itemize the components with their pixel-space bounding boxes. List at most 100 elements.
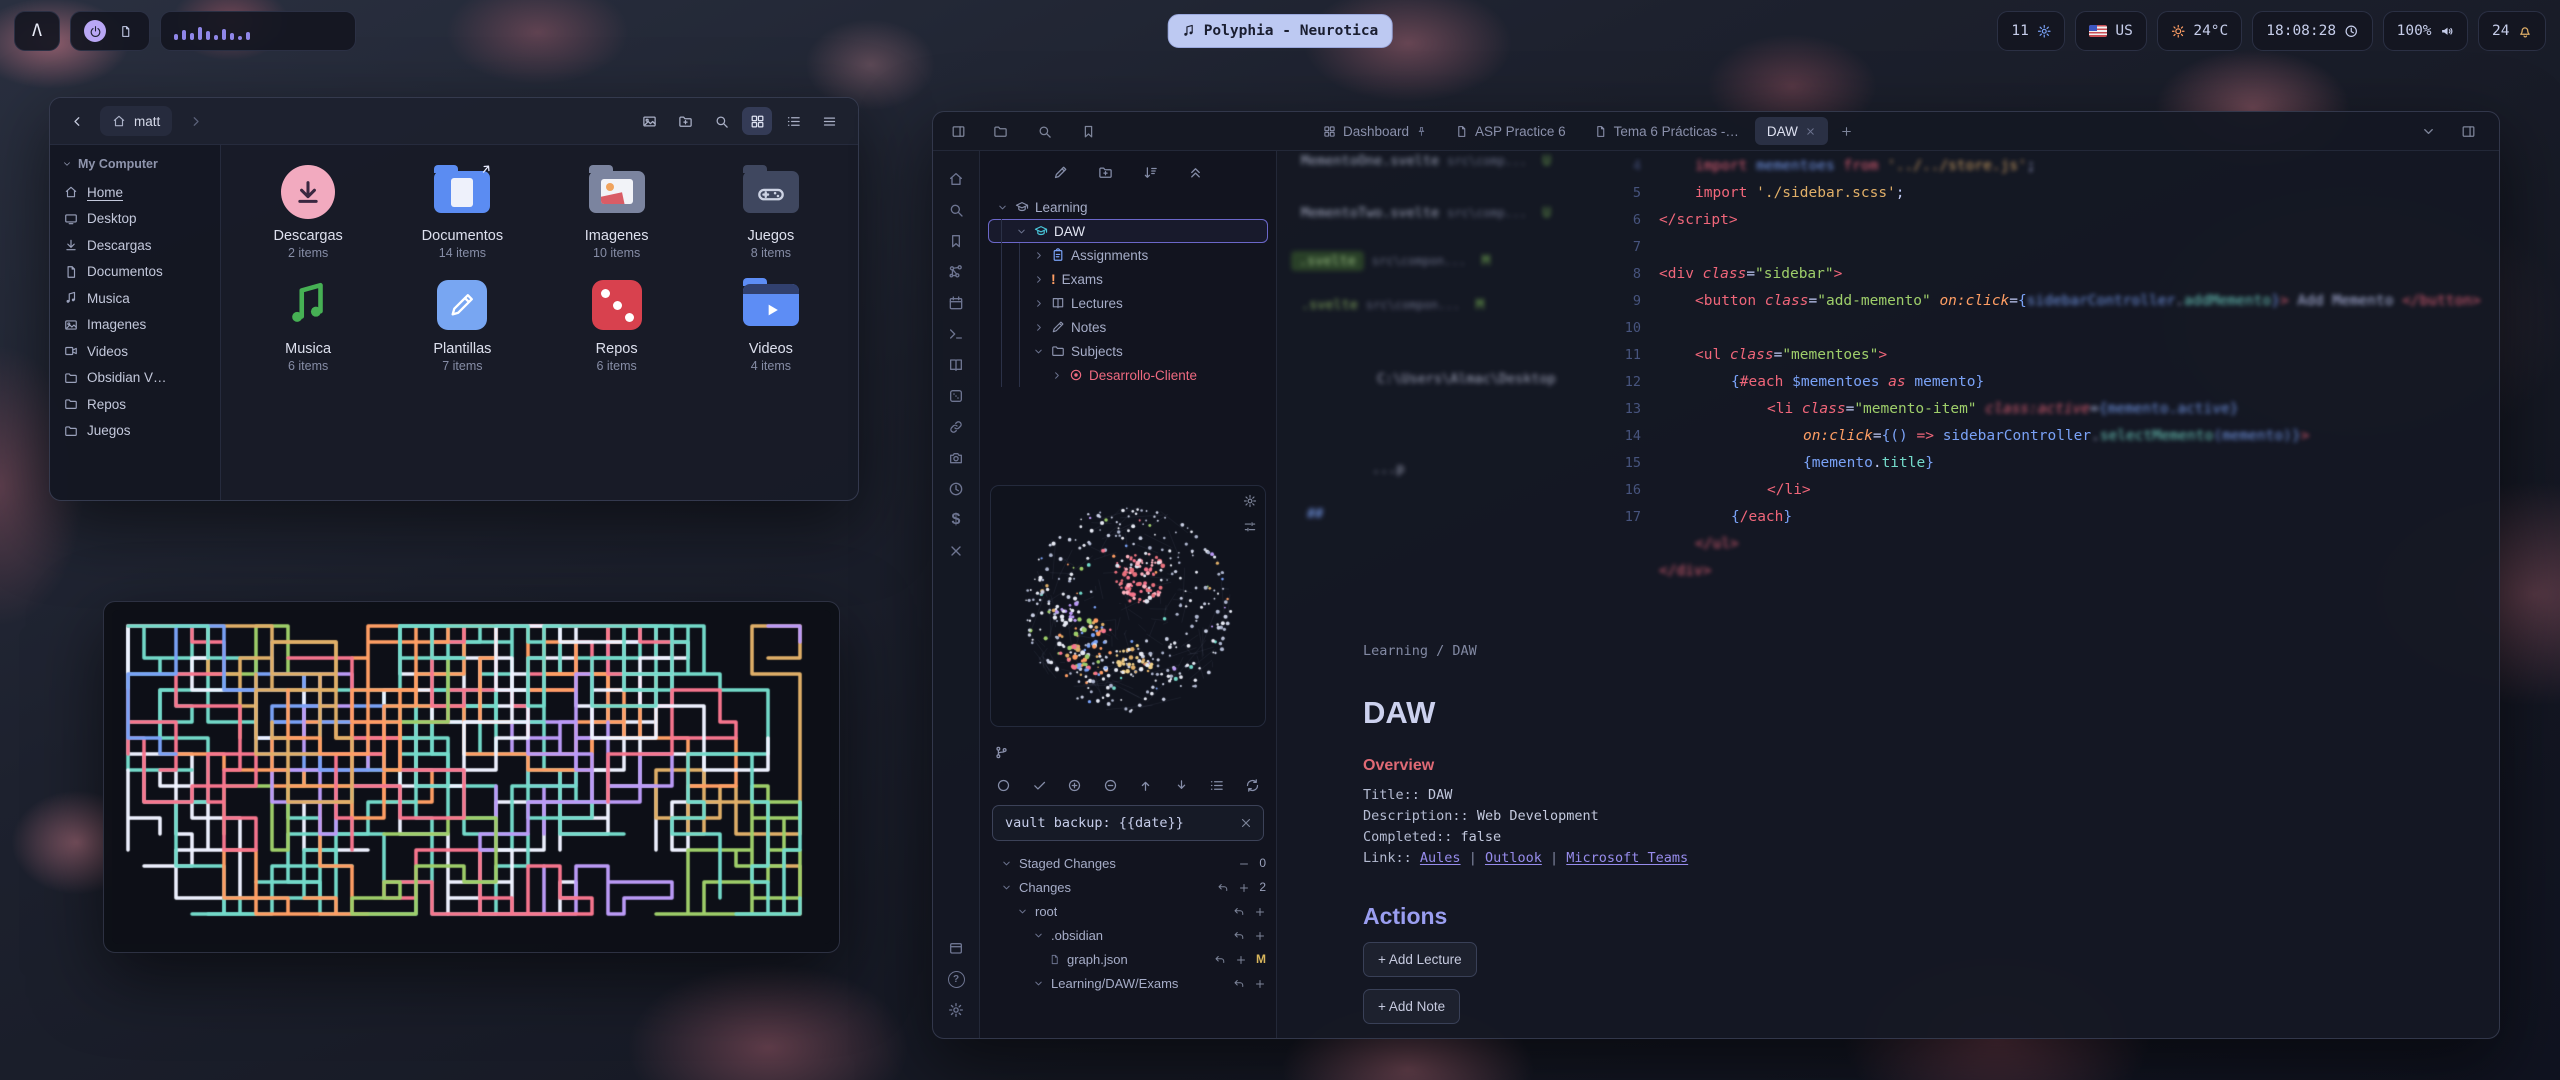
ribbon-book-button[interactable]	[942, 351, 970, 379]
sidebar-section-header[interactable]: My Computer	[50, 153, 220, 179]
folder-musica[interactable]: Musica6 items	[231, 276, 385, 373]
new-note-button[interactable]	[1053, 164, 1068, 181]
folder-repos[interactable]: Repos6 items	[540, 276, 694, 373]
tree-item-exams[interactable]: !Exams	[988, 267, 1268, 291]
graph-canvas[interactable]	[991, 486, 1265, 724]
sidebar-item-repos[interactable]: Repos	[50, 391, 220, 418]
weather-module[interactable]: 24°C	[2157, 11, 2242, 51]
git-row-graph-json[interactable]: graph.jsonM	[990, 947, 1266, 971]
git-action-plus[interactable]	[1238, 880, 1250, 894]
sidebar-item-descargas[interactable]: Descargas	[50, 232, 220, 259]
back-button[interactable]	[64, 108, 90, 134]
ribbon-calendar-button[interactable]	[942, 289, 970, 317]
git-refresh-button[interactable]	[1245, 777, 1260, 794]
git-action-undo[interactable]	[1233, 928, 1245, 942]
ribbon-clock-button[interactable]	[942, 475, 970, 503]
ribbon-dollar-button[interactable]: $	[942, 506, 970, 534]
notifications-module[interactable]: 24	[2478, 11, 2546, 51]
git-row-learning-daw-exams[interactable]: Learning/DAW/Exams	[990, 971, 1266, 995]
tree-item-learning[interactable]: Learning	[988, 195, 1268, 219]
ribbon-dice-button[interactable]	[942, 382, 970, 410]
commit-message-input[interactable]	[1003, 814, 1231, 832]
git-commit-button[interactable]	[996, 777, 1011, 794]
folder-documentos[interactable]: Documentos14 items	[385, 163, 539, 260]
folder-juegos[interactable]: Juegos8 items	[694, 163, 848, 260]
notepad-button[interactable]	[114, 20, 136, 42]
sidebar-tab-search[interactable]	[1031, 118, 1057, 144]
updates-module[interactable]: 11	[1997, 11, 2065, 51]
tree-item-daw[interactable]: DAW	[988, 219, 1268, 243]
ribbon-x-button[interactable]	[942, 537, 970, 565]
git-action-undo[interactable]	[1214, 952, 1226, 966]
git-action-plus[interactable]	[1254, 976, 1266, 990]
git-change-layout-button[interactable]	[1209, 777, 1224, 794]
tab-tema-6-pr-cticas[interactable]: Tema 6 Prácticas -…	[1582, 117, 1751, 145]
launcher-button[interactable]: Λ	[14, 11, 60, 51]
link-aules[interactable]: Aules	[1420, 850, 1461, 866]
git-action-undo[interactable]	[1233, 976, 1245, 990]
graph-view-panel[interactable]	[990, 485, 1266, 727]
clock-module[interactable]: 18:08:28	[2252, 11, 2372, 51]
ribbon-graph-button[interactable]	[942, 258, 970, 286]
git-action-plus[interactable]	[1235, 952, 1247, 966]
tree-item-subjects[interactable]: Subjects	[988, 339, 1268, 363]
action-add-note[interactable]: + Add Note	[1363, 989, 1460, 1024]
git-action-minus[interactable]	[1238, 856, 1250, 870]
sidebar-item-videos[interactable]: Videos	[50, 338, 220, 365]
git-row-changes[interactable]: Changes2	[990, 875, 1266, 899]
git-row-root[interactable]: root	[990, 899, 1266, 923]
gear-icon[interactable]	[1243, 494, 1257, 508]
tab-daw[interactable]: DAW	[1755, 117, 1828, 145]
git-action-undo[interactable]	[1233, 904, 1245, 918]
sidebar-toggle-button[interactable]	[945, 118, 971, 144]
sidebar-item-imagenes[interactable]: Imagenes	[50, 312, 220, 339]
list-view-button[interactable]	[778, 107, 808, 135]
music-module[interactable]: Polyphia - Neurotica	[1168, 14, 1393, 48]
ribbon-home-button[interactable]	[942, 165, 970, 193]
search-button[interactable]	[706, 107, 736, 135]
git-push-button[interactable]	[1138, 777, 1153, 794]
folder-videos[interactable]: Videos4 items	[694, 276, 848, 373]
clear-icon[interactable]	[1239, 816, 1253, 830]
split-editor-button[interactable]	[2455, 118, 2481, 144]
git-row-obsidian[interactable]: .obsidian	[990, 923, 1266, 947]
screenshot-button[interactable]	[634, 107, 664, 135]
ribbon-search-button[interactable]	[942, 196, 970, 224]
breadcrumb[interactable]: matt	[100, 106, 172, 136]
keyboard-layout-module[interactable]: US	[2075, 11, 2146, 51]
tree-item-desarrollo-cliente[interactable]: Desarrollo-Cliente	[988, 363, 1268, 387]
ribbon-box-button[interactable]	[942, 934, 970, 962]
grid-view-button[interactable]	[742, 107, 772, 135]
ribbon-gear-button[interactable]	[942, 996, 970, 1024]
sidebar-item-obsidian-v[interactable]: Obsidian V…	[50, 365, 220, 392]
git-panel-tab[interactable]	[980, 737, 1276, 767]
filter-icon[interactable]	[1243, 520, 1257, 534]
sidebar-tab-files[interactable]	[987, 118, 1013, 144]
tab-dashboard[interactable]: Dashboard	[1311, 117, 1439, 145]
forward-button[interactable]	[182, 108, 208, 134]
git-commit-and-sync-button[interactable]	[1032, 777, 1047, 794]
git-row-staged-changes[interactable]: Staged Changes0	[990, 851, 1266, 875]
git-action-plus[interactable]	[1254, 928, 1266, 942]
menu-button[interactable]	[814, 107, 844, 135]
tab-asp-practice-6[interactable]: ASP Practice 6	[1443, 117, 1578, 145]
tab-list-button[interactable]	[2415, 118, 2441, 144]
ribbon-terminal-button[interactable]	[942, 320, 970, 348]
new-tab-button[interactable]	[1832, 117, 1861, 145]
tree-item-assignments[interactable]: Assignments	[988, 243, 1268, 267]
sidebar-item-musica[interactable]: Musica	[50, 285, 220, 312]
sidebar-item-documentos[interactable]: Documentos	[50, 259, 220, 286]
power-button[interactable]	[84, 20, 106, 42]
sidebar-item-juegos[interactable]: Juegos	[50, 418, 220, 445]
ribbon-help-button[interactable]: ?	[942, 965, 970, 993]
new-folder-button[interactable]	[670, 107, 700, 135]
git-action-plus[interactable]	[1254, 904, 1266, 918]
sidebar-item-home[interactable]: Home	[50, 179, 220, 206]
ribbon-camera-button[interactable]	[942, 444, 970, 472]
folder-descargas[interactable]: Descargas2 items	[231, 163, 385, 260]
git-pull-button[interactable]	[1174, 777, 1189, 794]
ribbon-bookmark-button[interactable]	[942, 227, 970, 255]
folder-plantillas[interactable]: Plantillas7 items	[385, 276, 539, 373]
sidebar-item-desktop[interactable]: Desktop	[50, 206, 220, 233]
link-outlook[interactable]: Outlook	[1485, 850, 1542, 866]
